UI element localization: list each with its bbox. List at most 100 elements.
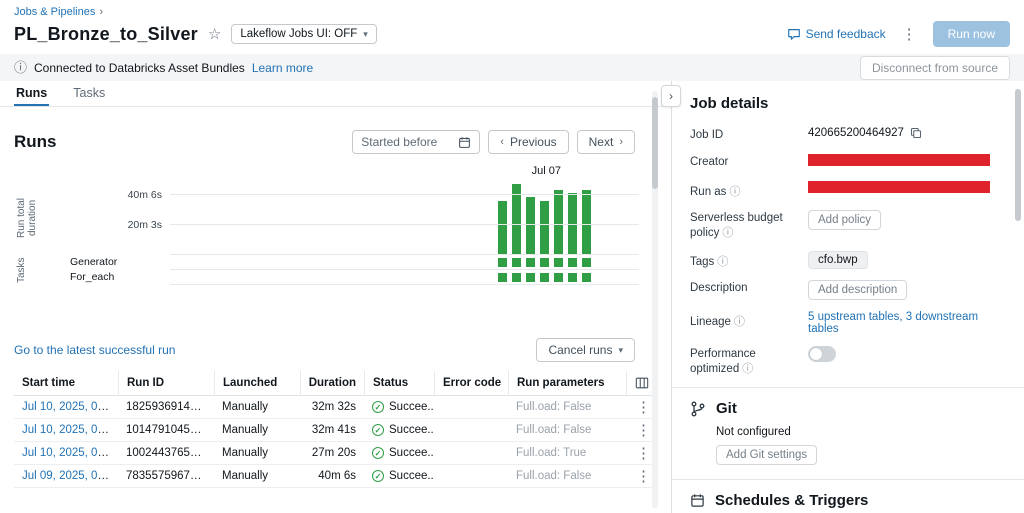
cancel-runs-label: Cancel runs bbox=[548, 343, 613, 357]
run-parameters: Full.oad: False bbox=[516, 470, 592, 482]
duration-plot: 40m 6s 20m 3s bbox=[128, 181, 639, 255]
run-now-button[interactable]: Run now bbox=[932, 21, 1010, 47]
task-rows: Generator For_each bbox=[70, 255, 639, 285]
run-launched: Manually bbox=[222, 447, 269, 459]
latest-successful-run-link[interactable]: Go to the latest successful run bbox=[14, 343, 175, 357]
run-duration-bars[interactable] bbox=[170, 181, 591, 254]
chevron-right-icon: › bbox=[619, 136, 623, 148]
copy-icon[interactable] bbox=[910, 127, 922, 139]
tag-chip[interactable]: cfo.bwp bbox=[808, 251, 868, 269]
banner-message: Connected to Databricks Asset Bundles bbox=[34, 60, 245, 75]
disconnect-from-source-button[interactable]: Disconnect from source bbox=[859, 55, 1010, 80]
left-scrollbar-thumb[interactable] bbox=[652, 97, 658, 189]
info-icon: ⓘ bbox=[717, 256, 729, 268]
run-status: ✓ Succee... bbox=[364, 470, 434, 482]
calendar-icon bbox=[459, 136, 471, 148]
run-id: 182593691436837 bbox=[126, 401, 214, 413]
col-start-time: Start time bbox=[22, 377, 76, 389]
favorite-star-icon[interactable]: ☆ bbox=[208, 25, 221, 43]
section-divider bbox=[672, 387, 1024, 388]
task-row-label: For_each bbox=[70, 271, 115, 283]
breadcrumb: Jobs & Pipelines › bbox=[14, 6, 1010, 18]
add-policy-button[interactable]: Add policy bbox=[808, 210, 882, 230]
add-git-settings-button[interactable]: Add Git settings bbox=[716, 445, 818, 465]
table-row: Jul 10, 2025, 06:33 PM 182593691436837 M… bbox=[14, 396, 657, 419]
run-parameters: Full.oad: True bbox=[516, 447, 587, 459]
run-id: 783557596774843 bbox=[126, 470, 214, 482]
run-duration: 32m 32s bbox=[311, 401, 356, 413]
columns-settings-icon[interactable] bbox=[635, 376, 649, 390]
job-id-value: 420665200464927 bbox=[808, 127, 904, 139]
learn-more-link[interactable]: Learn more bbox=[252, 61, 313, 75]
run-duration: 27m 20s bbox=[311, 447, 356, 459]
table-row: Jul 10, 2025, 02:36 PM 1002443765711... … bbox=[14, 442, 657, 465]
creator-label: Creator bbox=[690, 156, 729, 168]
runs-table-header: Start time Run ID Launched Duration Stat… bbox=[14, 371, 657, 396]
tags-label: Tags bbox=[690, 256, 715, 268]
run-launched: Manually bbox=[222, 401, 269, 413]
chart-date-label: Jul 07 bbox=[531, 165, 561, 177]
info-icon: ⓘ bbox=[742, 363, 754, 375]
chart-tasks-axis-label: Tasks bbox=[16, 257, 27, 284]
col-launched: Launched bbox=[214, 371, 300, 395]
task-squares-row[interactable] bbox=[170, 270, 591, 284]
status-text: Succee... bbox=[389, 401, 434, 413]
col-error-code: Error code bbox=[434, 371, 508, 395]
header-kebab-menu[interactable]: ⋮ bbox=[900, 27, 919, 42]
performance-optimized-toggle[interactable] bbox=[808, 346, 836, 362]
chevron-right-icon: › bbox=[99, 6, 103, 18]
lineage-link[interactable]: 5 upstream tables, 3 downstream tables bbox=[808, 311, 1004, 335]
table-row: Jul 09, 2025, 05:12 PM 783557596774843 M… bbox=[14, 465, 657, 488]
tab-tasks[interactable]: Tasks bbox=[71, 81, 107, 106]
row-kebab-menu[interactable]: ⋮ bbox=[634, 423, 653, 438]
row-kebab-menu[interactable]: ⋮ bbox=[634, 469, 653, 484]
job-details-panel: Job details Job ID 420665200464927 Creat… bbox=[672, 81, 1024, 513]
previous-button[interactable]: ‹ Previous bbox=[488, 130, 569, 154]
lakeflow-ui-toggle[interactable]: Lakeflow Jobs UI: OFF ▾ bbox=[231, 24, 377, 44]
task-row-for-each: For_each bbox=[70, 270, 639, 285]
tab-bar: Runs Tasks bbox=[0, 81, 671, 107]
row-kebab-menu[interactable]: ⋮ bbox=[634, 400, 653, 415]
run-as-redaction-bar bbox=[808, 181, 990, 193]
run-start-time-link[interactable]: Jul 10, 2025, 06:33 PM bbox=[22, 401, 118, 413]
run-start-time-link[interactable]: Jul 10, 2025, 03:45 PM bbox=[22, 424, 118, 436]
cancel-runs-button[interactable]: Cancel runs ▾ bbox=[536, 338, 635, 362]
tab-runs[interactable]: Runs bbox=[14, 81, 50, 106]
runs-panel: Runs Tasks Runs Started before ‹ Previous… bbox=[0, 81, 672, 513]
run-duration-chart: Jul 07 Run total duration Tasks 40m 6s 20… bbox=[14, 165, 647, 287]
next-label: Next bbox=[588, 135, 614, 149]
collapse-panel-button[interactable]: › bbox=[661, 85, 681, 107]
run-status: ✓ Succee... bbox=[364, 447, 434, 459]
table-row: Jul 10, 2025, 03:45 PM 1014791045397... … bbox=[14, 419, 657, 442]
job-details-heading: Job details bbox=[690, 95, 769, 112]
col-run-parameters: Run parameters bbox=[508, 371, 626, 395]
serverless-budget-policy-label: Serverless budget policy bbox=[690, 212, 783, 239]
status-text: Succee... bbox=[389, 470, 434, 482]
add-description-button[interactable]: Add description bbox=[808, 280, 908, 300]
send-feedback-button[interactable]: Send feedback bbox=[787, 27, 886, 41]
run-start-time-link[interactable]: Jul 10, 2025, 02:36 PM bbox=[22, 447, 118, 459]
previous-label: Previous bbox=[509, 135, 557, 149]
task-squares-row[interactable] bbox=[170, 255, 591, 269]
right-scrollbar-thumb[interactable] bbox=[1015, 89, 1021, 221]
started-before-label: Started before bbox=[361, 135, 438, 149]
info-icon: ⓘ bbox=[14, 60, 28, 75]
started-before-date-filter[interactable]: Started before bbox=[352, 130, 481, 154]
run-as-label: Run as bbox=[690, 186, 727, 198]
top-bar: Jobs & Pipelines › PL_Bronze_to_Silver ☆… bbox=[0, 0, 1024, 54]
git-branch-icon bbox=[691, 401, 705, 416]
lineage-label: Lineage bbox=[690, 316, 731, 328]
breadcrumb-jobs-pipelines-link[interactable]: Jobs & Pipelines bbox=[14, 6, 95, 18]
row-kebab-menu[interactable]: ⋮ bbox=[634, 446, 653, 461]
run-duration: 40m 6s bbox=[318, 470, 356, 482]
job-id-label: Job ID bbox=[690, 129, 724, 141]
run-start-time-link[interactable]: Jul 09, 2025, 05:12 PM bbox=[22, 470, 118, 482]
chevron-down-icon: ▾ bbox=[363, 28, 368, 39]
col-duration: Duration bbox=[300, 371, 364, 395]
description-label: Description bbox=[690, 282, 748, 294]
info-icon: ⓘ bbox=[733, 316, 745, 328]
creator-redaction-bar bbox=[808, 154, 990, 166]
task-row-label: Generator bbox=[70, 256, 118, 268]
runs-table: Start time Run ID Launched Duration Stat… bbox=[14, 371, 657, 488]
next-button[interactable]: Next › bbox=[576, 130, 635, 154]
